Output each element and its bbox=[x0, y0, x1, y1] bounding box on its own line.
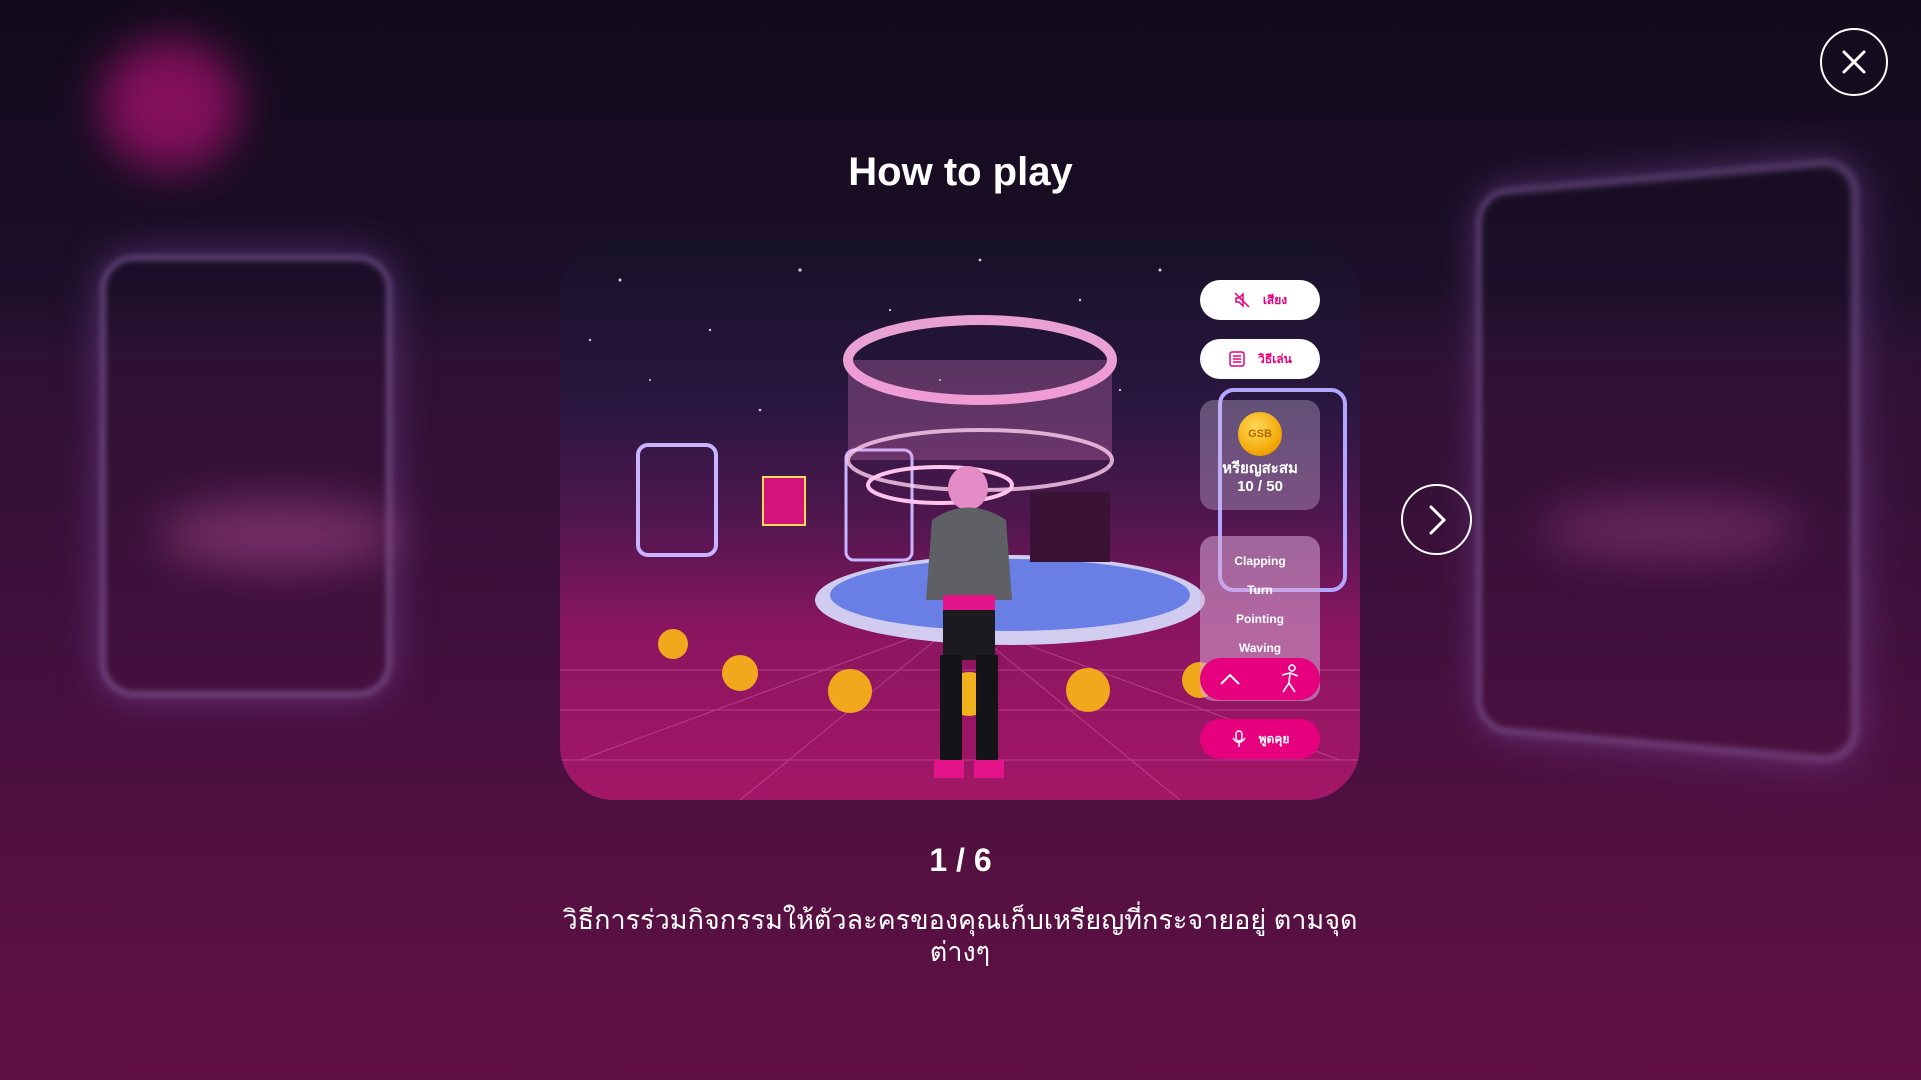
talk-button-label: พูดคุย bbox=[1258, 731, 1290, 746]
coin-counter-value: 10 / 50 bbox=[1237, 478, 1283, 495]
coin-counter: GSB หรียญสะสม 10 / 50 bbox=[1200, 400, 1320, 510]
microphone-icon bbox=[1231, 730, 1246, 747]
page-title: How to play bbox=[848, 150, 1073, 194]
emote-toggle-button[interactable] bbox=[1200, 658, 1320, 700]
game-scene bbox=[560, 258, 1360, 800]
chevron-up-icon bbox=[1219, 673, 1240, 685]
emote-pointing[interactable]: Pointing bbox=[1200, 612, 1320, 626]
sound-button-label: เสียง bbox=[1262, 292, 1288, 307]
next-button[interactable] bbox=[1401, 484, 1472, 555]
how-to-play-button-label: วิธีเล่น bbox=[1258, 351, 1292, 366]
close-button[interactable] bbox=[1820, 28, 1888, 96]
sound-muted-icon bbox=[1234, 292, 1250, 308]
chevron-right-icon bbox=[1429, 505, 1446, 534]
close-icon bbox=[1842, 50, 1866, 74]
talk-button[interactable]: พูดคุย bbox=[1200, 719, 1320, 759]
emote-waving[interactable]: Waving bbox=[1200, 641, 1320, 655]
step-description: วิธีการร่วมกิจกรรมให้ตัวละครของคุณเก็บเห… bbox=[562, 905, 1358, 967]
figure-icon bbox=[1281, 664, 1298, 693]
how-to-play-button[interactable]: วิธีเล่น bbox=[1200, 339, 1320, 379]
coin-counter-label: หรียญสะสม bbox=[1222, 460, 1298, 477]
coin-icon: GSB bbox=[1238, 412, 1282, 456]
tutorial-preview-image: เสียง วิธีเล่น GSB หรียญสะสม 10 / 50 Cla… bbox=[560, 240, 1360, 800]
emote-turn[interactable]: Turn bbox=[1200, 583, 1320, 597]
sound-button[interactable]: เสียง bbox=[1200, 280, 1320, 320]
list-icon bbox=[1229, 351, 1245, 367]
page-indicator: 1 / 6 bbox=[929, 842, 992, 878]
emote-clapping[interactable]: Clapping bbox=[1200, 554, 1320, 568]
